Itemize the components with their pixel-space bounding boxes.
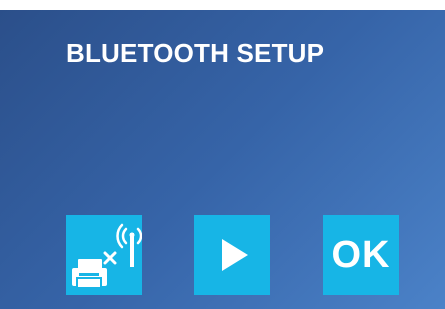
- play-icon: [222, 239, 248, 271]
- bluetooth-disconnect-button[interactable]: [66, 215, 142, 295]
- ok-button[interactable]: OK: [323, 215, 399, 295]
- bluetooth-setup-screen: BLUETOOTH SETUP OK: [0, 10, 445, 309]
- screen-title: BLUETOOTH SETUP: [66, 38, 325, 68]
- ok-label: OK: [331, 233, 391, 276]
- next-button[interactable]: [194, 215, 270, 295]
- printer-bluetooth-off-icon: [72, 223, 142, 289]
